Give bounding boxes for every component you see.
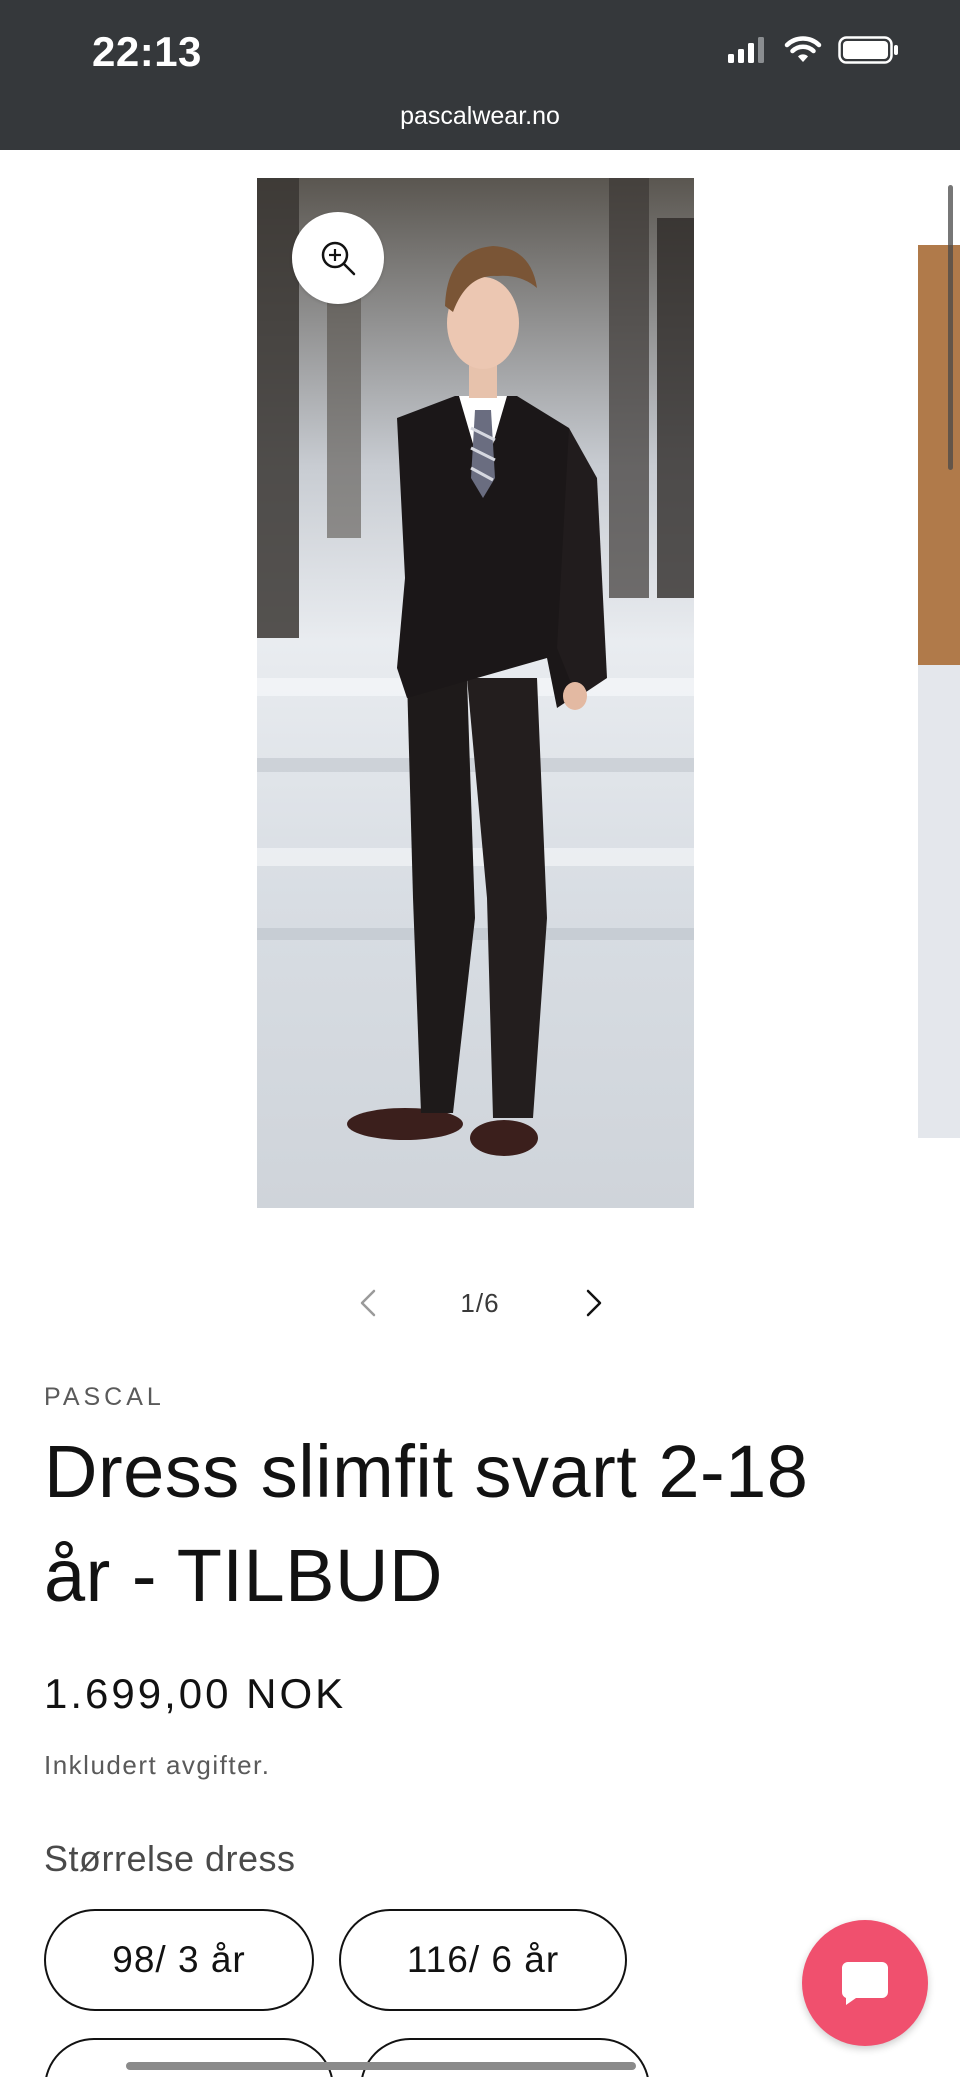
zoom-button[interactable] bbox=[292, 212, 384, 304]
product-title: Dress slimfit svart 2-18 år - TILBUD bbox=[44, 1430, 809, 1617]
product-gallery[interactable] bbox=[0, 150, 960, 1280]
size-option[interactable] bbox=[44, 2038, 334, 2077]
status-icons bbox=[728, 36, 900, 64]
chevron-left-icon bbox=[360, 1289, 376, 1317]
size-option-label: 98/ 3 år bbox=[112, 1939, 246, 1980]
chat-bubble-icon bbox=[841, 1962, 888, 2005]
chat-button[interactable] bbox=[802, 1920, 928, 2046]
product-photo-image bbox=[257, 178, 694, 1208]
product-vendor: PASCAL bbox=[44, 1383, 165, 1411]
next-product-photo[interactable] bbox=[918, 245, 960, 1138]
url-bar[interactable]: pascalwear.no bbox=[0, 102, 960, 131]
tax-note: Inkludert avgifter. bbox=[44, 1750, 271, 1780]
product-price: 1.699,00 NOK bbox=[44, 1670, 347, 1717]
home-indicator[interactable] bbox=[126, 2062, 636, 2070]
wifi-icon bbox=[784, 36, 822, 62]
gallery-scrollbar[interactable] bbox=[948, 185, 953, 470]
size-selector-label: Størrelse dress bbox=[44, 1838, 296, 1879]
status-time: 22:13 bbox=[92, 28, 202, 75]
next-product-photo-image bbox=[918, 245, 960, 1138]
product-photo[interactable] bbox=[257, 178, 694, 1208]
browser-top-bar: 22:13 pascalwear.no bbox=[0, 0, 960, 150]
previous-slide-button[interactable] bbox=[348, 1280, 388, 1326]
cellular-signal-icon bbox=[728, 37, 764, 63]
gallery-pager: 1/6 bbox=[0, 1280, 960, 1330]
battery-icon bbox=[838, 36, 898, 64]
next-slide-button[interactable] bbox=[574, 1280, 614, 1326]
zoom-in-icon bbox=[321, 241, 356, 276]
size-option-label: 116/ 6 år bbox=[406, 1939, 560, 1980]
chevron-right-icon bbox=[586, 1289, 602, 1317]
size-option[interactable] bbox=[360, 2038, 650, 2077]
size-option[interactable]: 98/ 3 år bbox=[44, 1909, 314, 2011]
size-option[interactable]: 116/ 6 år bbox=[339, 1909, 627, 2011]
slide-counter: 1/6 bbox=[460, 1288, 500, 1318]
